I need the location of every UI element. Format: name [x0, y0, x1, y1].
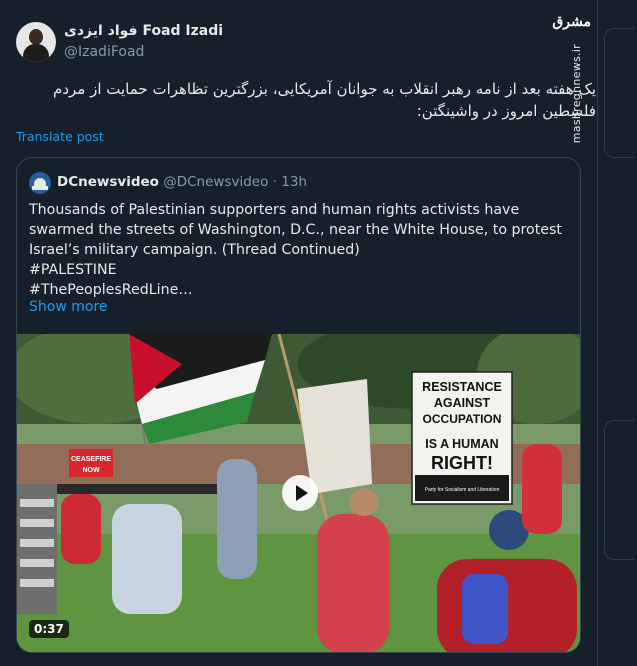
quoted-post-text: Thousands of Palestinian supporters and … — [29, 200, 569, 300]
video-player[interactable]: RESISTANCE AGAINST OCCUPATION IS A HUMAN… — [17, 334, 580, 652]
post-text: یک هفته بعد از نامه رهبر انقلاب به جوانا… — [53, 80, 596, 120]
watermark-logo: مشرق — [552, 14, 591, 30]
sign-text: RIGHT! — [431, 453, 493, 473]
sign-text: AGAINST — [434, 396, 491, 410]
quoted-text-line: Israel’s military campaign. (Thread Cont… — [29, 242, 360, 258]
sign-text: RESISTANCE — [422, 380, 502, 394]
sign-text: Party for Socialism and Liberation — [425, 487, 500, 493]
quoted-avatar[interactable] — [29, 172, 51, 194]
quoted-timestamp[interactable]: 13h — [281, 174, 307, 190]
sign-text: IS A HUMAN — [425, 437, 498, 451]
post-header: فواد ایزدی Foad Izadi @IzadiFoad — [16, 20, 536, 64]
quoted-text-line: Thousands of Palestinian supporters and … — [29, 202, 520, 218]
quoted-handle[interactable]: @DCnewsvideo — [163, 174, 268, 190]
avatar[interactable] — [16, 22, 56, 62]
side-panel-edge — [604, 28, 634, 158]
hashtag-peoples-red-line[interactable]: #ThePeoplesRedLine… — [29, 280, 569, 300]
quoted-meta: DCnewsvideo @DCnewsvideo · 13h — [57, 174, 307, 190]
play-icon[interactable] — [282, 475, 318, 511]
sign-text: CEASEFIRE — [71, 456, 111, 463]
sign-text: OCCUPATION — [423, 412, 502, 426]
right-side-panel — [597, 0, 637, 666]
author-handle[interactable]: @IzadiFoad — [64, 42, 223, 62]
post-view: مشرق mashreghnews.ir فواد ایزدی Foad Iza… — [0, 0, 637, 666]
video-duration-badge: 0:37 — [29, 620, 69, 638]
show-more-link[interactable]: Show more — [29, 299, 108, 315]
author-display-name[interactable]: فواد ایزدی Foad Izadi — [64, 22, 223, 40]
quoted-text-line: swarmed the streets of Washington, D.C.,… — [29, 222, 562, 238]
side-panel-edge — [604, 420, 634, 560]
quoted-post[interactable]: DCnewsvideo @DCnewsvideo · 13h Thousands… — [16, 157, 581, 653]
sign-text: NOW — [82, 467, 100, 474]
author-names: فواد ایزدی Foad Izadi @IzadiFoad — [64, 22, 223, 62]
quoted-display-name[interactable]: DCnewsvideo — [57, 174, 159, 190]
translate-post-link[interactable]: Translate post — [16, 129, 104, 144]
meta-separator: · — [272, 174, 277, 190]
hashtag-palestine[interactable]: #PALESTINE — [29, 260, 569, 280]
